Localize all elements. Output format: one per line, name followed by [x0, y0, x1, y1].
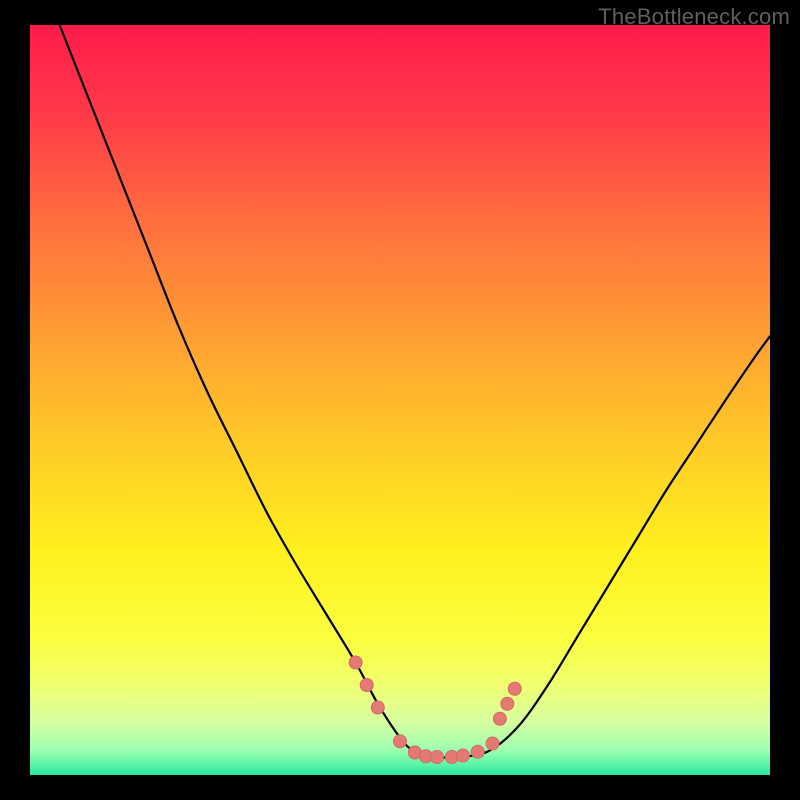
curve-marker — [486, 737, 499, 750]
curve-marker — [493, 712, 506, 725]
curve-marker — [471, 745, 484, 758]
curve-marker — [394, 735, 407, 748]
curve-marker — [431, 751, 444, 764]
curve-marker — [349, 656, 362, 669]
curve-marker — [501, 697, 514, 710]
curve-marker — [371, 701, 384, 714]
bottleneck-curve-plot — [30, 25, 770, 775]
gradient-background — [30, 25, 770, 775]
chart-frame: TheBottleneck.com — [0, 0, 800, 800]
plot-svg — [30, 25, 770, 775]
watermark-text: TheBottleneck.com — [598, 4, 790, 30]
curve-marker — [456, 749, 469, 762]
curve-marker — [360, 679, 373, 692]
curve-marker — [508, 682, 521, 695]
